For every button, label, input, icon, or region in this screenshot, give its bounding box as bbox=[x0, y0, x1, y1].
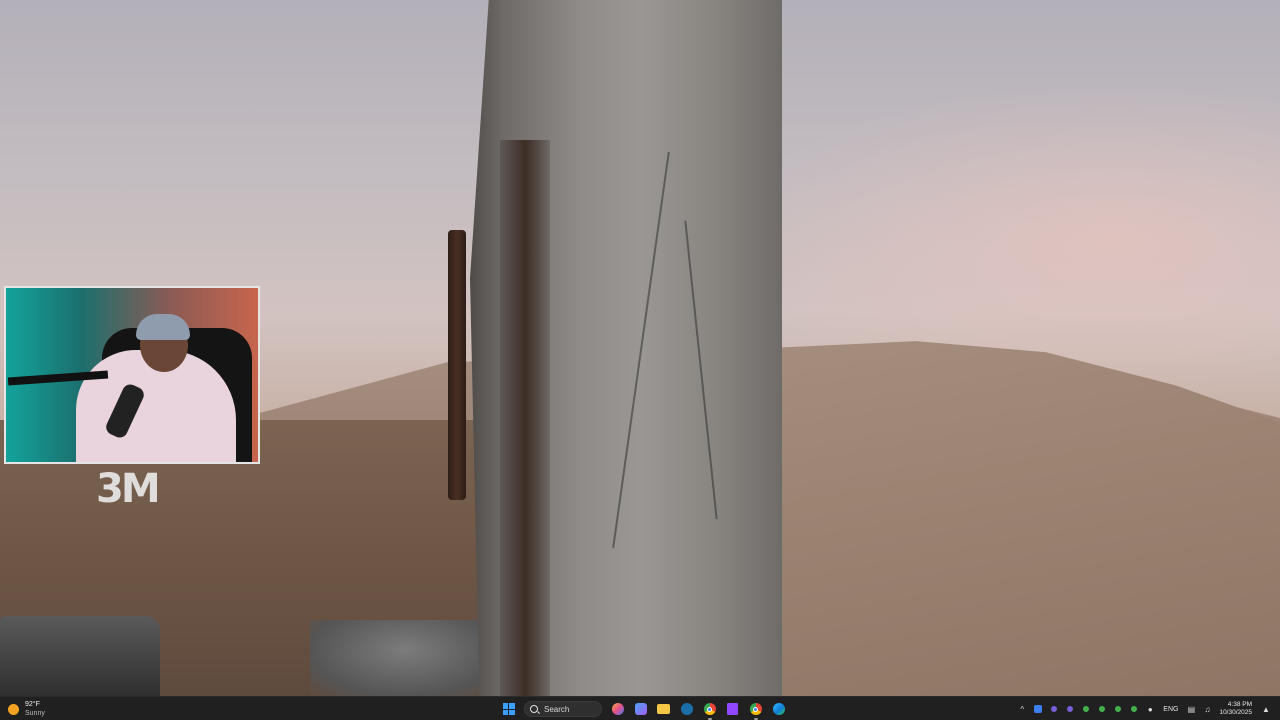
weather-temperature: 92°F bbox=[25, 701, 40, 708]
rusted-rebar bbox=[448, 230, 466, 500]
language-indicator[interactable]: ENG bbox=[1163, 706, 1178, 713]
store-button[interactable] bbox=[632, 700, 650, 718]
tray-app-icon[interactable] bbox=[1096, 703, 1108, 715]
start-button[interactable] bbox=[500, 700, 518, 718]
tray-app-icon[interactable] bbox=[1032, 703, 1044, 715]
tray-app-icon[interactable] bbox=[1064, 703, 1076, 715]
taskbar-apps: Search bbox=[497, 698, 790, 720]
copilot-button[interactable] bbox=[609, 700, 627, 718]
concrete-rubble bbox=[310, 620, 500, 696]
copilot-icon bbox=[611, 703, 624, 715]
foreground-rock bbox=[0, 616, 160, 696]
edge-button[interactable] bbox=[770, 700, 788, 718]
file-explorer-button[interactable] bbox=[655, 700, 673, 718]
steam-button[interactable] bbox=[678, 700, 696, 718]
taskbar: 92°F Sunny Search ^ ● ENG ▤ ♫ 4:38 PM 10… bbox=[0, 696, 1280, 720]
folder-icon bbox=[657, 704, 670, 714]
chrome-button[interactable] bbox=[701, 700, 719, 720]
rebar-stain bbox=[500, 140, 550, 696]
chrome-icon bbox=[703, 703, 716, 715]
clock[interactable]: 4:38 PM 10/30/2025 bbox=[1219, 701, 1252, 717]
weather-condition: Sunny bbox=[25, 710, 45, 717]
edge-icon bbox=[772, 703, 785, 715]
taskbar-search[interactable]: Search bbox=[524, 701, 602, 717]
microphone-tray-icon[interactable]: ● bbox=[1144, 703, 1156, 715]
chrome-button-2[interactable] bbox=[747, 700, 765, 720]
twitch-icon bbox=[727, 703, 738, 715]
weather-widget[interactable]: 92°F Sunny bbox=[8, 699, 45, 719]
steam-icon bbox=[680, 703, 693, 715]
clock-date: 10/30/2025 bbox=[1219, 709, 1252, 716]
tray-app-icon[interactable] bbox=[1080, 703, 1092, 715]
tray-app-icon[interactable] bbox=[1128, 703, 1140, 715]
desktop-wallpaper: 3M bbox=[0, 0, 1280, 696]
search-icon bbox=[530, 705, 538, 713]
streamer-cap bbox=[136, 314, 190, 340]
notification-bell-icon[interactable]: ▲ bbox=[1260, 703, 1272, 715]
webcam-overlay bbox=[4, 286, 260, 464]
show-hidden-icons-chevron-icon[interactable]: ^ bbox=[1016, 703, 1028, 715]
search-label: Search bbox=[544, 704, 570, 714]
chrome-icon bbox=[749, 703, 762, 715]
tray-app-icon[interactable] bbox=[1048, 703, 1060, 715]
volume-icon[interactable]: ♫ bbox=[1201, 703, 1213, 715]
tray-app-icon[interactable] bbox=[1112, 703, 1124, 715]
network-icon[interactable]: ▤ bbox=[1185, 703, 1197, 715]
system-tray: ^ ● ENG ▤ ♫ 4:38 PM 10/30/2025 ▲ bbox=[1014, 698, 1274, 720]
sun-icon bbox=[8, 703, 19, 715]
store-icon bbox=[634, 703, 647, 715]
twitch-button[interactable] bbox=[724, 700, 742, 718]
channel-logo: 3M bbox=[96, 466, 161, 512]
clock-time: 4:38 PM bbox=[1227, 701, 1252, 708]
windows-icon bbox=[502, 703, 515, 715]
